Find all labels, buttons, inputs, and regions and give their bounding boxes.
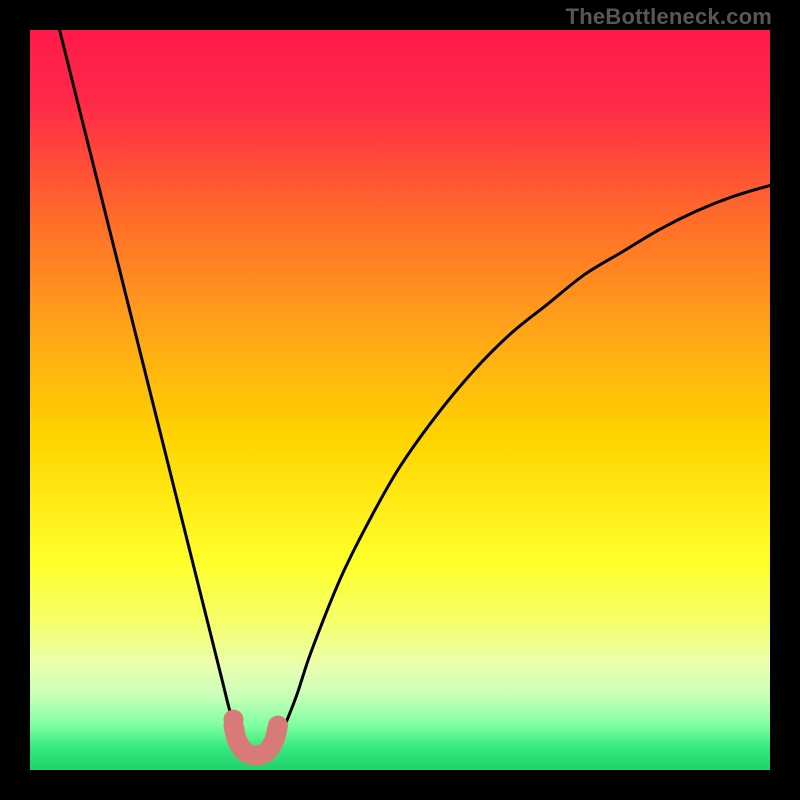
highlight-dot [224, 710, 244, 730]
plot-area [30, 30, 770, 770]
highlight-segment [234, 726, 278, 756]
curve-layer [30, 30, 770, 770]
watermark: TheBottleneck.com [566, 4, 772, 30]
bottleneck-curve [60, 30, 770, 756]
chart-frame: TheBottleneck.com [0, 0, 800, 800]
